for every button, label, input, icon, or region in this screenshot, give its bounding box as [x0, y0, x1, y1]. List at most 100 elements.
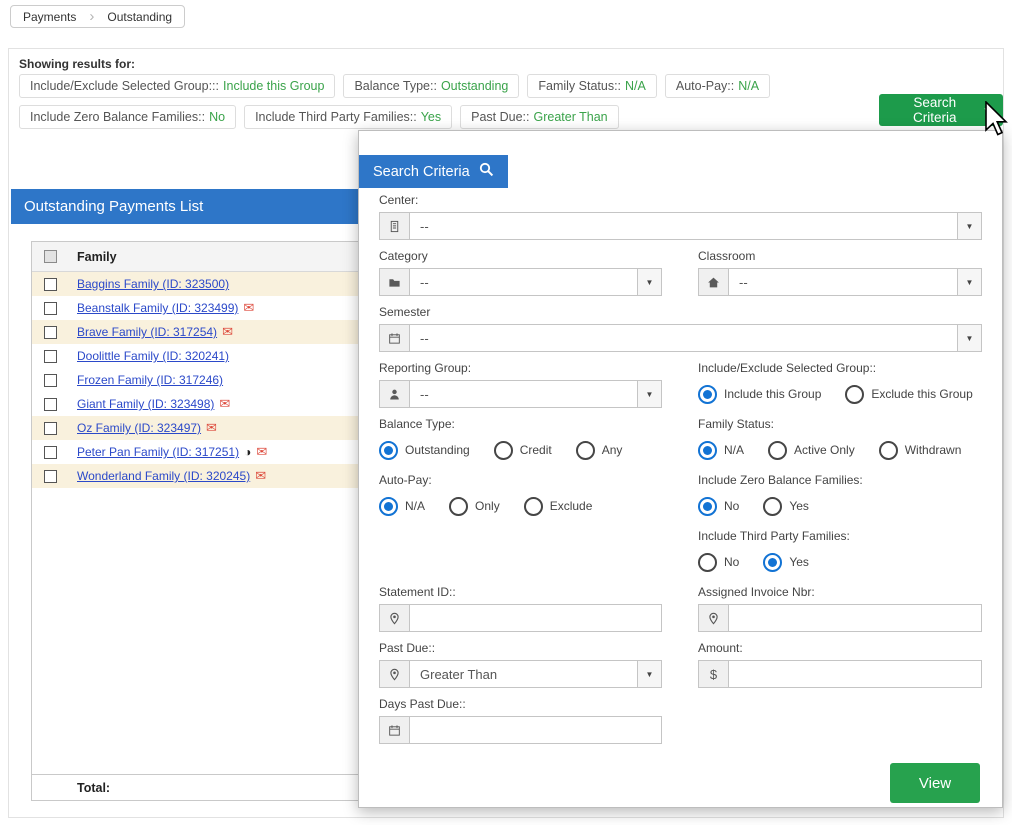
search-criteria-panel-title: Search Criteria: [359, 155, 508, 188]
radio-label: No: [724, 555, 740, 569]
radio-exclude-this-group[interactable]: Exclude this Group: [845, 384, 973, 404]
category-select[interactable]: -- ▼: [379, 268, 662, 296]
radio-icon: [379, 440, 398, 460]
classroom-select[interactable]: -- ▼: [698, 268, 982, 296]
search-icon: [479, 162, 494, 181]
family-status-group: Family Status: N/A Active Only Withdrawn: [698, 417, 982, 464]
radio-balance-outstanding[interactable]: Outstanding: [379, 440, 470, 460]
radio-third-party-no[interactable]: No: [698, 552, 740, 572]
radio-label: N/A: [724, 443, 745, 457]
family-link[interactable]: Brave Family (ID: 317254): [68, 325, 217, 339]
radio-label: Yes: [789, 555, 809, 569]
radio-auto-pay-exclude[interactable]: Exclude: [523, 496, 592, 516]
row-checkbox[interactable]: [43, 397, 57, 411]
row-checkbox[interactable]: [43, 421, 57, 435]
reporting-group-select-value: --: [420, 386, 429, 402]
envelope-icon: ✉: [222, 324, 233, 339]
family-link[interactable]: Baggins Family (ID: 323500): [68, 277, 229, 291]
radio-family-status-na[interactable]: N/A: [698, 440, 745, 460]
family-link[interactable]: Beanstalk Family (ID: 323499): [68, 301, 238, 315]
chip-label: Auto-Pay::: [675, 79, 735, 93]
radio-balance-any[interactable]: Any: [575, 440, 622, 460]
include-exclude-group: Include/Exclude Selected Group:: Include…: [698, 361, 982, 408]
showing-results-heading: Showing results for:: [19, 57, 136, 71]
family-link[interactable]: Frozen Family (ID: 317246): [68, 373, 223, 387]
row-checkbox[interactable]: [43, 445, 57, 459]
category-label: Category: [379, 249, 428, 263]
radio-third-party-yes[interactable]: Yes: [763, 552, 809, 572]
radio-zero-balance-yes[interactable]: Yes: [763, 496, 809, 516]
filter-chip-zero-balance: Include Zero Balance Families:: No: [19, 105, 237, 129]
search-criteria-button-label: Search Criteria: [912, 95, 957, 125]
radio-family-status-withdrawn[interactable]: Withdrawn: [878, 440, 962, 460]
family-link[interactable]: Oz Family (ID: 323497): [68, 421, 201, 435]
reporting-group-select[interactable]: -- ▼: [379, 380, 662, 408]
caret-down-icon[interactable]: ▼: [637, 661, 661, 687]
chip-label: Include Third Party Families::: [255, 110, 417, 124]
radio-label: Include this Group: [724, 387, 822, 401]
family-link[interactable]: Giant Family (ID: 323498): [68, 397, 214, 411]
assigned-invoice-field: Assigned Invoice Nbr:: [698, 585, 982, 632]
radio-auto-pay-na[interactable]: N/A: [379, 496, 425, 516]
caret-down-icon[interactable]: ▼: [957, 269, 981, 295]
family-link[interactable]: Peter Pan Family (ID: 317251): [68, 445, 239, 459]
center-label: Center:: [379, 193, 419, 207]
family-link[interactable]: Doolittle Family (ID: 320241): [68, 349, 229, 363]
caret-down-icon[interactable]: ▼: [957, 325, 981, 351]
amount-input[interactable]: [729, 661, 981, 687]
family-link[interactable]: Wonderland Family (ID: 320245): [68, 469, 250, 483]
classroom-label: Classroom: [698, 249, 756, 263]
center-select[interactable]: -- ▼: [379, 212, 982, 240]
family-column-header: Family: [77, 249, 117, 264]
radio-zero-balance-no[interactable]: No: [698, 496, 740, 516]
row-checkbox[interactable]: [43, 325, 57, 339]
semester-field: Semester -- ▼: [379, 305, 982, 352]
filter-chip-third-party: Include Third Party Families:: Yes: [244, 105, 453, 129]
family-status-label: Family Status:: [698, 417, 775, 431]
semester-select-value: --: [420, 330, 429, 346]
radio-label: No: [724, 499, 740, 513]
filter-chip-balance-type: Balance Type:: Outstanding: [343, 74, 520, 98]
row-checkbox[interactable]: [43, 277, 57, 291]
statement-id-input-group: [379, 604, 662, 632]
row-checkbox[interactable]: [43, 469, 57, 483]
statement-id-input[interactable]: [410, 605, 661, 631]
radio-label: Withdrawn: [904, 443, 962, 457]
select-all-checkbox[interactable]: [43, 250, 57, 263]
radio-label: Exclude this Group: [871, 387, 973, 401]
filter-chip-past-due: Past Due:: Greater Than: [460, 105, 619, 129]
row-checkbox[interactable]: [43, 373, 57, 387]
radio-icon: [493, 440, 513, 460]
radio-icon: [878, 440, 898, 460]
radio-include-this-group[interactable]: Include this Group: [698, 384, 822, 404]
row-checkbox[interactable]: [43, 301, 57, 315]
amount-field: Amount: $: [698, 641, 982, 688]
caret-down-icon[interactable]: ▼: [637, 381, 661, 407]
semester-select[interactable]: -- ▼: [379, 324, 982, 352]
past-due-select[interactable]: Greater Than ▼: [379, 660, 662, 688]
caret-down-icon[interactable]: ▼: [957, 213, 981, 239]
radio-icon: [845, 384, 865, 404]
chip-value: N/A: [738, 79, 760, 93]
assigned-invoice-input[interactable]: [729, 605, 981, 631]
breadcrumb-item-payments[interactable]: Payments: [11, 6, 88, 27]
radio-icon: [379, 496, 398, 516]
chip-value: N/A: [625, 79, 646, 93]
past-due-field: Past Due:: Greater Than ▼: [379, 641, 662, 688]
radio-balance-credit[interactable]: Credit: [493, 440, 552, 460]
days-past-due-input[interactable]: [410, 717, 661, 743]
breadcrumb-item-outstanding[interactable]: Outstanding: [95, 6, 184, 27]
classroom-select-value: --: [739, 274, 748, 290]
view-button[interactable]: View: [890, 763, 980, 803]
dollar-icon: $: [699, 661, 729, 687]
amount-label: Amount:: [698, 641, 743, 655]
row-checkbox[interactable]: [43, 349, 57, 363]
person-icon: [380, 381, 410, 407]
caret-down-icon[interactable]: ▼: [637, 269, 661, 295]
search-criteria-button[interactable]: Search Criteria ▾: [879, 94, 1003, 126]
radio-label: Active Only: [794, 443, 855, 457]
radio-auto-pay-only[interactable]: Only: [449, 496, 500, 516]
radio-family-status-active[interactable]: Active Only: [768, 440, 855, 460]
filter-chip-family-status: Family Status:: N/A: [527, 74, 657, 98]
auto-pay-group: Auto-Pay: N/A Only Exclude: [379, 473, 662, 520]
